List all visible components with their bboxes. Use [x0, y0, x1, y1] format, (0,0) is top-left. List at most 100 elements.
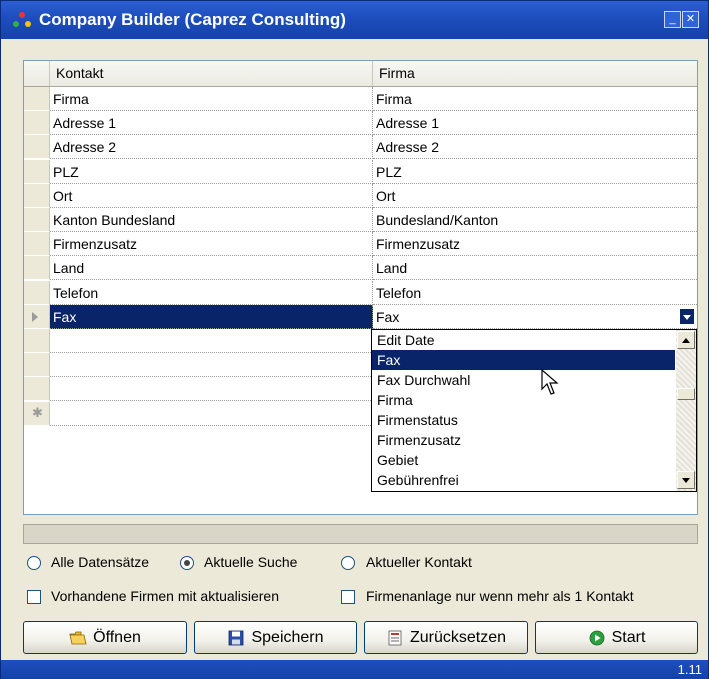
cell-kontakt[interactable]: Firmenzusatz	[50, 232, 373, 257]
scroll-thumb[interactable]	[677, 388, 695, 400]
row-selector[interactable]	[24, 353, 50, 378]
row-selector[interactable]	[24, 377, 50, 402]
row-selector[interactable]	[24, 159, 50, 184]
folder-open-icon	[69, 631, 87, 644]
new-row-star-icon: ✱	[32, 404, 43, 420]
save-button-label: Speichern	[251, 628, 324, 646]
dropdown-option[interactable]: Fax Durchwahl	[372, 370, 675, 390]
status-bar: 1.11	[1, 660, 708, 679]
play-icon	[589, 630, 604, 645]
mouse-cursor-icon	[541, 369, 559, 395]
radio-all-records[interactable]	[27, 556, 41, 570]
reset-button-label: Zurücksetzen	[409, 628, 507, 646]
checkbox-update-existing[interactable]	[27, 590, 41, 604]
row-selector[interactable]	[24, 329, 50, 353]
column-header-firma[interactable]: Firma	[373, 61, 697, 86]
version-label: 1.11	[677, 662, 702, 677]
row-selector[interactable]	[24, 232, 50, 257]
cell-kontakt[interactable]: Adresse 1	[50, 111, 373, 136]
dropdown-option[interactable]: Gebiet	[372, 450, 675, 470]
table-row[interactable]: Kanton Bundesland Bundesland/Kanton	[24, 208, 697, 233]
cell-kontakt[interactable]: Telefon	[50, 280, 373, 305]
row-selector[interactable]	[24, 135, 50, 160]
cell-kontakt[interactable]: Ort	[50, 183, 373, 208]
cell-firma[interactable]: Ort	[373, 184, 697, 208]
radio-current-contact-label[interactable]: Aktueller Kontakt	[366, 554, 472, 570]
dropdown-option[interactable]: Firma	[372, 390, 675, 410]
open-button-label: Öffnen	[93, 628, 141, 646]
current-row-arrow-icon	[32, 311, 38, 322]
table-row[interactable]: Telefon Telefon	[24, 280, 697, 306]
cell-firma[interactable]: Telefon	[373, 281, 697, 305]
floppy-disk-icon	[229, 630, 244, 645]
cell-kontakt[interactable]	[50, 329, 373, 353]
cell-kontakt[interactable]	[50, 377, 373, 402]
dropdown-option[interactable]: Firmenstatus	[372, 410, 675, 430]
app-logo-icon	[13, 12, 31, 28]
cell-kontakt[interactable]: PLZ	[50, 159, 373, 184]
cell-kontakt[interactable]: Adresse 2	[50, 135, 373, 160]
checkbox-multi-contact[interactable]	[341, 590, 355, 604]
options-panel: Alle Datensätze Aktuelle Suche Aktueller…	[1, 554, 709, 614]
row-selector[interactable]	[24, 256, 50, 281]
reset-document-icon	[388, 630, 402, 645]
dropdown-option[interactable]: Fax	[372, 350, 675, 370]
header-selector	[24, 61, 50, 86]
dropdown-option[interactable]: Firmenzusatz	[372, 430, 675, 450]
dropdown-option[interactable]: Edit Date	[372, 330, 675, 350]
cell-kontakt[interactable]: Land	[50, 256, 373, 281]
reset-button[interactable]: Zurücksetzen	[364, 621, 528, 654]
row-selector[interactable]	[24, 208, 50, 232]
table-row[interactable]: Adresse 2 Adresse 2	[24, 135, 697, 160]
cell-firma[interactable]: Bundesland/Kanton	[373, 208, 697, 232]
table-row[interactable]: Ort Ort	[24, 183, 697, 209]
checkbox-multi-contact-label[interactable]: Firmenanlage nur wenn mehr als 1 Kontakt	[366, 588, 634, 604]
progress-bar	[23, 524, 698, 544]
open-button[interactable]: Öffnen	[23, 621, 187, 654]
row-selector[interactable]	[24, 304, 50, 329]
start-button[interactable]: Start	[535, 621, 698, 654]
cell-firma[interactable]: Adresse 1	[373, 111, 697, 136]
scroll-down-icon[interactable]	[677, 471, 695, 489]
title-bar[interactable]: Company Builder (Caprez Consulting) _ ✕	[1, 1, 708, 39]
row-selector[interactable]	[24, 183, 50, 208]
table-row[interactable]: Adresse 1 Adresse 1	[24, 111, 697, 136]
dropdown-option[interactable]: Gebührenfrei	[372, 470, 675, 490]
radio-current-contact[interactable]	[341, 556, 355, 570]
table-row[interactable]: Firma Firma	[24, 87, 697, 112]
close-icon[interactable]: ✕	[682, 11, 699, 28]
row-selector[interactable]	[24, 87, 50, 111]
combo-dropdown-arrow-icon[interactable]	[679, 307, 695, 325]
dropdown-scrollbar[interactable]	[676, 330, 696, 491]
save-button[interactable]: Speichern	[194, 621, 357, 654]
grid-header: Kontakt Firma	[24, 61, 697, 87]
cell-firma[interactable]: Firma	[373, 87, 697, 111]
radio-current-search-label[interactable]: Aktuelle Suche	[204, 554, 297, 570]
table-row[interactable]: Firmenzusatz Firmenzusatz	[24, 232, 697, 257]
cell-firma[interactable]: PLZ	[373, 160, 697, 184]
column-header-kontakt[interactable]: Kontakt	[50, 61, 373, 86]
cell-kontakt[interactable]	[50, 401, 373, 426]
cell-kontakt[interactable]: Firma	[50, 87, 373, 111]
cell-kontakt[interactable]: Kanton Bundesland	[50, 208, 373, 232]
radio-current-search[interactable]	[180, 556, 194, 570]
app-window: Company Builder (Caprez Consulting) _ ✕ …	[0, 0, 709, 679]
table-row[interactable]: Fax Fax	[24, 304, 697, 330]
table-row[interactable]: Land Land	[24, 256, 697, 281]
table-row[interactable]: PLZ PLZ	[24, 159, 697, 185]
cell-firma[interactable]: Land	[373, 256, 697, 281]
start-button-label: Start	[611, 628, 646, 646]
cell-kontakt[interactable]: Fax	[50, 304, 373, 329]
cell-firma[interactable]: Fax	[373, 305, 697, 329]
row-selector[interactable]: ✱	[24, 401, 50, 426]
firma-field-dropdown[interactable]: Edit Date Fax Fax Durchwahl Firma Firmenstat…	[371, 329, 697, 492]
cell-kontakt[interactable]	[50, 353, 373, 378]
radio-all-records-label[interactable]: Alle Datensätze	[51, 554, 149, 570]
minimize-icon[interactable]: _	[664, 11, 681, 28]
checkbox-update-existing-label[interactable]: Vorhandene Firmen mit aktualisieren	[51, 588, 279, 604]
row-selector[interactable]	[24, 111, 50, 136]
row-selector[interactable]	[24, 280, 50, 305]
scroll-up-icon[interactable]	[677, 331, 695, 349]
cell-firma[interactable]: Firmenzusatz	[373, 232, 697, 257]
cell-firma[interactable]: Adresse 2	[373, 135, 697, 160]
